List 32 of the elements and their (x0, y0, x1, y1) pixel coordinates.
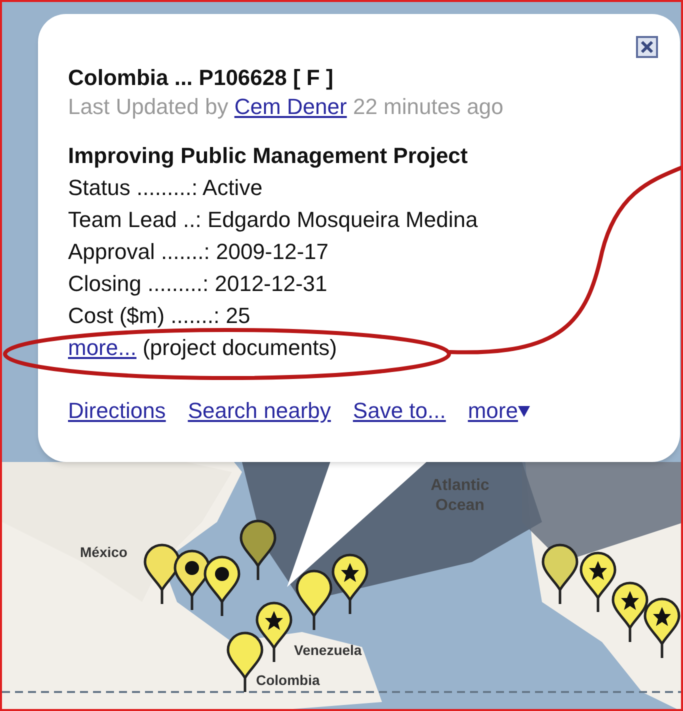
map-label: Venezuela (294, 641, 362, 660)
author-link[interactable]: Cem Dener (234, 94, 347, 119)
caret-icon (518, 404, 530, 416)
map-pin[interactable] (240, 520, 276, 582)
map-pin[interactable] (204, 556, 240, 618)
project-field: Closing .........: 2012-12-31 (68, 268, 650, 300)
map-label: México (80, 543, 128, 562)
project-field: Status .........: Active (68, 172, 650, 204)
close-button[interactable] (636, 36, 658, 58)
map-pin[interactable] (612, 582, 648, 644)
map-pin[interactable] (332, 554, 368, 616)
map-pin[interactable] (542, 544, 578, 606)
project-title: Improving Public Management Project (68, 142, 469, 170)
project-field: Cost ($m) .......: 25 (68, 300, 650, 332)
action-link[interactable]: Directions (68, 394, 166, 427)
project-field: Team Lead ..: Edgardo Mosqueira Medina (68, 204, 650, 236)
more-note: (project documents) (142, 335, 338, 360)
updated-label: Last Updated by (68, 94, 230, 119)
info-title: Colombia ... P106628 [ F ] (68, 64, 334, 92)
more-link[interactable]: more... (68, 335, 136, 360)
map-pin[interactable] (296, 570, 332, 632)
more-menu[interactable]: more (468, 394, 530, 427)
map-pin[interactable] (580, 552, 616, 614)
map-pin[interactable] (644, 598, 680, 660)
map-pin[interactable] (144, 544, 180, 606)
updated-time: 22 minutes ago (352, 94, 504, 119)
action-link[interactable]: Save to... (352, 394, 446, 427)
close-icon (640, 40, 654, 54)
project-field: Approval .......: 2009-12-17 (68, 236, 650, 268)
action-link[interactable]: Search nearby (188, 394, 331, 427)
map-label: Colombia (256, 671, 320, 690)
map-pin[interactable] (256, 602, 292, 664)
